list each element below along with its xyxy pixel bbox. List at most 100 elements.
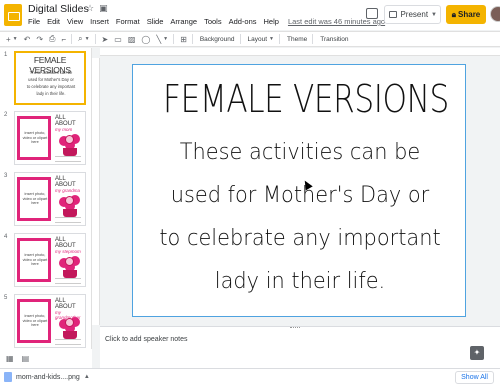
photo-frame: insert photo, video or clipart here — [17, 116, 51, 160]
slide-thumbnail-2[interactable]: insert photo, video or clipart here ALL … — [14, 111, 86, 165]
image-icon[interactable]: ▨ — [128, 35, 136, 44]
flower-pot-icon — [59, 317, 81, 339]
share-button[interactable]: 🔒︎ Share — [446, 5, 486, 24]
slide-title[interactable]: FEMALE VERSIONS — [163, 77, 449, 121]
slide-number: 3 — [4, 173, 8, 179]
move-folder-icon[interactable]: ▣ — [99, 3, 108, 14]
chevron-up-icon[interactable]: ▲ — [84, 374, 90, 380]
menu-file[interactable]: File — [28, 17, 40, 26]
menu-insert[interactable]: Insert — [90, 17, 109, 26]
app-header: Digital Slides ☆ ▣ File Edit View Insert… — [0, 0, 500, 30]
comments-icon[interactable] — [366, 8, 378, 19]
menu-view[interactable]: View — [67, 17, 83, 26]
slide-thumbnail-3[interactable]: insert photo, video or clipart here ALL … — [14, 172, 86, 226]
title-icons: ☆ ▣ — [86, 3, 108, 14]
menu-bar: File Edit View Insert Format Slide Arran… — [28, 17, 385, 26]
menu-arrange[interactable]: Arrange — [170, 17, 197, 26]
thumbnail-subtitle: my stepmom — [55, 249, 81, 254]
menu-help[interactable]: Help — [264, 17, 279, 26]
notes-resize-handle[interactable] — [290, 327, 300, 330]
menu-tools[interactable]: Tools — [204, 17, 222, 26]
undo-icon[interactable]: ↶ — [24, 35, 31, 44]
chevron-down-icon[interactable]: ▼ — [163, 36, 168, 42]
add-slide-icon[interactable]: + — [6, 35, 11, 44]
explore-icon[interactable]: ✦ — [470, 346, 484, 360]
thumbnail-line: lady in their life. — [36, 91, 66, 96]
select-pointer-icon[interactable]: ➤ — [102, 35, 109, 44]
slides-logo-icon[interactable] — [4, 4, 22, 26]
line-icon[interactable]: ╲ — [156, 35, 161, 44]
download-item[interactable]: mom-and-kids....png ▲ — [4, 372, 90, 382]
slide-body-line[interactable]: lady in their life. — [141, 269, 458, 294]
slide-body-line[interactable]: These activities can be — [141, 140, 458, 165]
photo-placeholder-text: insert photo, video or clipart here — [22, 192, 48, 206]
slide-number: 5 — [4, 295, 8, 301]
zoom-icon[interactable]: ⌕ — [78, 34, 82, 44]
print-icon[interactable]: ⎙ — [49, 34, 55, 44]
thumbnail-title: ALL ABOUT — [55, 115, 76, 127]
grid-view-icon[interactable]: ▦ — [6, 354, 14, 363]
list-view-icon[interactable]: ▤ — [22, 354, 30, 363]
slide-thumbnail-1[interactable]: FEMALE VERSIONS These activities can be … — [14, 51, 86, 105]
slide-body-line[interactable]: used for Mother's Day or — [141, 183, 458, 208]
toolbar-divider — [94, 34, 96, 44]
flower-pot-icon — [59, 256, 81, 278]
thumbnail-line: to celebrate any important — [26, 84, 76, 89]
present-label: Present — [400, 10, 429, 19]
show-all-button[interactable]: Show All — [455, 371, 494, 384]
image-file-icon — [4, 372, 12, 382]
chevron-down-icon[interactable]: ▼ — [269, 36, 274, 42]
shape-icon[interactable]: ◯ — [141, 35, 150, 44]
thumbnail-line: used for Mother's Day or — [28, 77, 74, 82]
writing-lines — [55, 217, 81, 223]
thumbnail-subtitle: my mom — [55, 127, 73, 132]
thumbnail-line: These activities can be — [29, 70, 73, 75]
thumbnail-title: ALL ABOUT — [55, 176, 76, 188]
toolbar: + ▼ ↶ ↷ ⎙ ⌐ ⌕ ▼ ➤ ▭ ▨ ◯ ╲ ▼ ⊞ Background… — [0, 31, 500, 47]
slide-thumbnail-4[interactable]: insert photo, video or clipart here ALL … — [14, 233, 86, 287]
slide-number: 4 — [4, 234, 8, 240]
speaker-notes[interactable]: Click to add speaker notes — [100, 326, 500, 368]
horizontal-ruler[interactable] — [100, 48, 500, 56]
download-bar: mom-and-kids....png ▲ Show All — [0, 368, 500, 385]
present-button[interactable]: Present ▼ — [384, 5, 441, 24]
current-slide[interactable]: FEMALE VERSIONS These activities can be … — [132, 64, 466, 317]
menu-edit[interactable]: Edit — [47, 17, 60, 26]
chevron-down-icon[interactable]: ▼ — [13, 36, 18, 42]
vertical-ruler[interactable] — [92, 58, 100, 325]
background-button[interactable]: Background — [200, 36, 235, 43]
slide-filmstrip[interactable]: 1 FEMALE VERSIONS These activities can b… — [0, 48, 92, 368]
photo-placeholder-text: insert photo, video or clipart here — [22, 131, 48, 145]
star-icon[interactable]: ☆ — [86, 3, 94, 14]
chevron-down-icon[interactable]: ▼ — [85, 36, 90, 42]
toolbar-divider — [312, 34, 314, 44]
avatar[interactable] — [490, 6, 500, 22]
share-label: Share — [458, 10, 481, 19]
paint-format-icon[interactable]: ⌐ — [61, 35, 66, 44]
document-title[interactable]: Digital Slides — [28, 3, 89, 15]
layout-button[interactable]: Layout — [248, 36, 268, 43]
speaker-notes-placeholder: Click to add speaker notes — [105, 336, 188, 343]
slide-body-line[interactable]: to celebrate any important — [141, 226, 458, 251]
menu-add-ons[interactable]: Add-ons — [229, 17, 257, 26]
photo-frame: insert photo, video or clipart here — [17, 299, 51, 343]
photo-frame: insert photo, video or clipart here — [17, 177, 51, 221]
toolbar-divider — [191, 34, 193, 44]
menu-format[interactable]: Format — [116, 17, 140, 26]
menu-slide[interactable]: Slide — [147, 17, 164, 26]
redo-icon[interactable]: ↷ — [36, 35, 43, 44]
toolbar-divider — [239, 34, 241, 44]
transition-button[interactable]: Transition — [320, 36, 348, 43]
theme-button[interactable]: Theme — [287, 36, 307, 43]
text-box-icon[interactable]: ▭ — [114, 35, 122, 44]
toolbar-divider — [279, 34, 280, 44]
slide-number: 1 — [4, 52, 8, 58]
slide-thumbnail-5[interactable]: insert photo, video or clipart here ALL … — [14, 294, 86, 348]
photo-placeholder-text: insert photo, video or clipart here — [22, 253, 48, 267]
slide-number: 2 — [4, 112, 8, 118]
comment-add-icon[interactable]: ⊞ — [180, 35, 187, 44]
thumbnail-title: ALL ABOUT — [55, 237, 76, 249]
chevron-down-icon[interactable]: ▼ — [431, 12, 437, 18]
thumbnail-subtitle: my grandma — [55, 188, 81, 193]
writing-lines — [55, 278, 81, 284]
